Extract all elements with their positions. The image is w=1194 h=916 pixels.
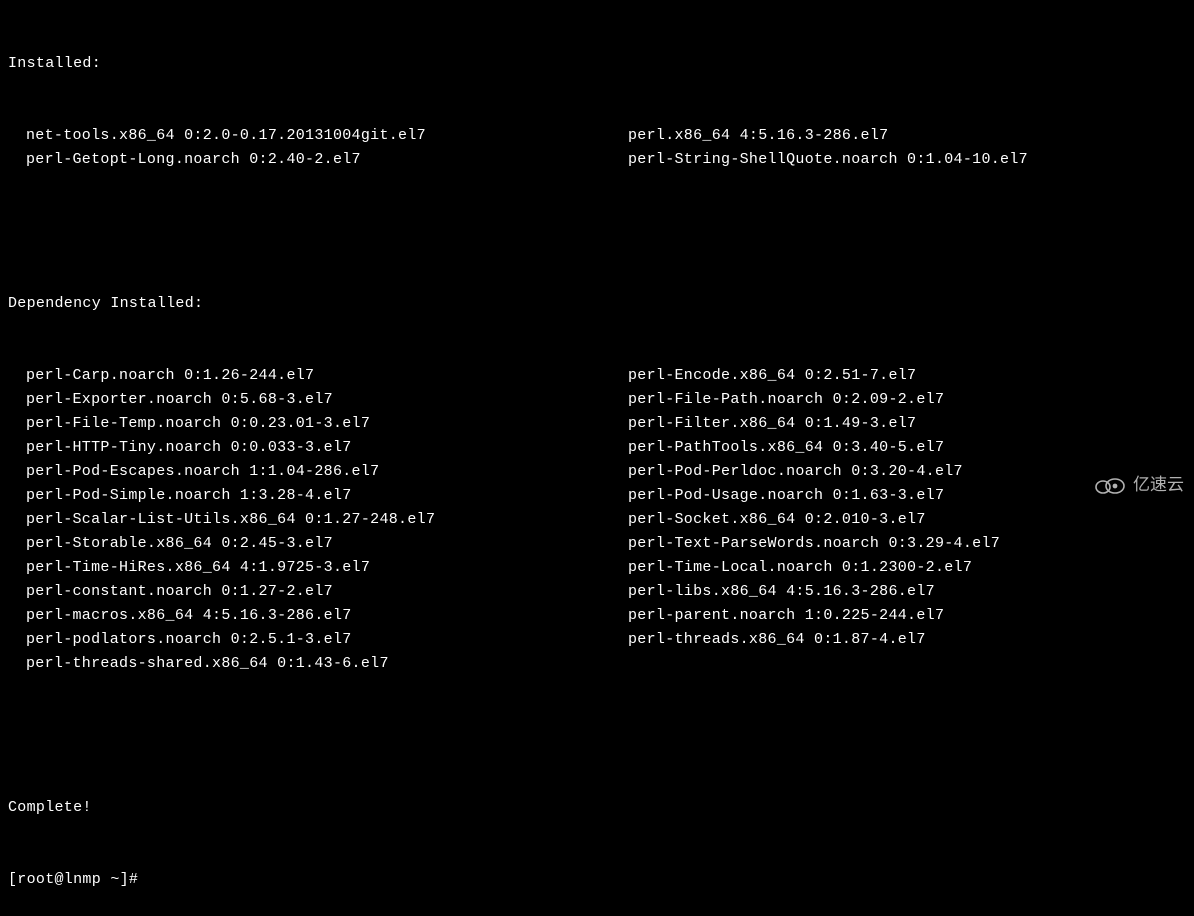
package-right: perl-threads.x86_64 0:1.87-4.el7 xyxy=(628,628,1186,652)
shell-prompt-line[interactable]: [root@lnmp ~]# xyxy=(8,868,1186,892)
installed-header: Installed: xyxy=(8,52,1186,76)
package-left: perl-Pod-Escapes.noarch 1:1.04-286.el7 xyxy=(8,460,628,484)
package-left: perl-macros.x86_64 4:5.16.3-286.el7 xyxy=(8,604,628,628)
package-right: perl.x86_64 4:5.16.3-286.el7 xyxy=(628,124,1186,148)
package-row: perl-HTTP-Tiny.noarch 0:0.033-3.el7perl-… xyxy=(8,436,1186,460)
package-row: perl-Pod-Simple.noarch 1:3.28-4.el7perl-… xyxy=(8,484,1186,508)
package-row: perl-Carp.noarch 0:1.26-244.el7perl-Enco… xyxy=(8,364,1186,388)
package-left: perl-Exporter.noarch 0:5.68-3.el7 xyxy=(8,388,628,412)
package-left: perl-HTTP-Tiny.noarch 0:0.033-3.el7 xyxy=(8,436,628,460)
cursor xyxy=(150,872,159,889)
package-right: perl-File-Path.noarch 0:2.09-2.el7 xyxy=(628,388,1186,412)
watermark-text: 亿速云 xyxy=(1133,471,1184,498)
package-left: perl-Storable.x86_64 0:2.45-3.el7 xyxy=(8,532,628,556)
package-left: perl-Getopt-Long.noarch 0:2.40-2.el7 xyxy=(8,148,628,172)
package-right: perl-Time-Local.noarch 0:1.2300-2.el7 xyxy=(628,556,1186,580)
package-row: perl-Exporter.noarch 0:5.68-3.el7perl-Fi… xyxy=(8,388,1186,412)
package-row: perl-macros.x86_64 4:5.16.3-286.el7perl-… xyxy=(8,604,1186,628)
dependency-list: perl-Carp.noarch 0:1.26-244.el7perl-Enco… xyxy=(8,364,1186,676)
package-left: perl-File-Temp.noarch 0:0.23.01-3.el7 xyxy=(8,412,628,436)
watermark: 亿速云 xyxy=(1093,471,1184,498)
dependency-header: Dependency Installed: xyxy=(8,292,1186,316)
package-right: perl-Filter.x86_64 0:1.49-3.el7 xyxy=(628,412,1186,436)
package-right: perl-String-ShellQuote.noarch 0:1.04-10.… xyxy=(628,148,1186,172)
package-right: perl-libs.x86_64 4:5.16.3-286.el7 xyxy=(628,580,1186,604)
package-row: perl-Storable.x86_64 0:2.45-3.el7perl-Te… xyxy=(8,532,1186,556)
package-right: perl-PathTools.x86_64 0:3.40-5.el7 xyxy=(628,436,1186,460)
cloud-icon xyxy=(1093,474,1127,494)
package-right: perl-Text-ParseWords.noarch 0:3.29-4.el7 xyxy=(628,532,1186,556)
package-row: perl-File-Temp.noarch 0:0.23.01-3.el7per… xyxy=(8,412,1186,436)
terminal-output[interactable]: Installed: net-tools.x86_64 0:2.0-0.17.2… xyxy=(8,4,1186,916)
package-right: perl-Socket.x86_64 0:2.010-3.el7 xyxy=(628,508,1186,532)
package-left: perl-threads-shared.x86_64 0:1.43-6.el7 xyxy=(8,652,628,676)
package-row: perl-Pod-Escapes.noarch 1:1.04-286.el7pe… xyxy=(8,460,1186,484)
package-row: perl-constant.noarch 0:1.27-2.el7perl-li… xyxy=(8,580,1186,604)
package-right xyxy=(628,652,1186,676)
shell-prompt: [root@lnmp ~]# xyxy=(8,868,148,892)
package-left: perl-Scalar-List-Utils.x86_64 0:1.27-248… xyxy=(8,508,628,532)
complete-message: Complete! xyxy=(8,796,1186,820)
package-left: perl-Carp.noarch 0:1.26-244.el7 xyxy=(8,364,628,388)
package-left: perl-constant.noarch 0:1.27-2.el7 xyxy=(8,580,628,604)
blank-line xyxy=(8,724,1186,748)
package-row: perl-podlators.noarch 0:2.5.1-3.el7perl-… xyxy=(8,628,1186,652)
package-row: perl-Time-HiRes.x86_64 4:1.9725-3.el7per… xyxy=(8,556,1186,580)
package-right: perl-Encode.x86_64 0:2.51-7.el7 xyxy=(628,364,1186,388)
installed-list: net-tools.x86_64 0:2.0-0.17.20131004git.… xyxy=(8,124,1186,172)
package-left: net-tools.x86_64 0:2.0-0.17.20131004git.… xyxy=(8,124,628,148)
blank-line xyxy=(8,220,1186,244)
package-row: perl-Scalar-List-Utils.x86_64 0:1.27-248… xyxy=(8,508,1186,532)
package-right: perl-parent.noarch 1:0.225-244.el7 xyxy=(628,604,1186,628)
package-row: net-tools.x86_64 0:2.0-0.17.20131004git.… xyxy=(8,124,1186,148)
package-left: perl-Time-HiRes.x86_64 4:1.9725-3.el7 xyxy=(8,556,628,580)
package-left: perl-podlators.noarch 0:2.5.1-3.el7 xyxy=(8,628,628,652)
package-row: perl-Getopt-Long.noarch 0:2.40-2.el7perl… xyxy=(8,148,1186,172)
package-row: perl-threads-shared.x86_64 0:1.43-6.el7 xyxy=(8,652,1186,676)
package-left: perl-Pod-Simple.noarch 1:3.28-4.el7 xyxy=(8,484,628,508)
